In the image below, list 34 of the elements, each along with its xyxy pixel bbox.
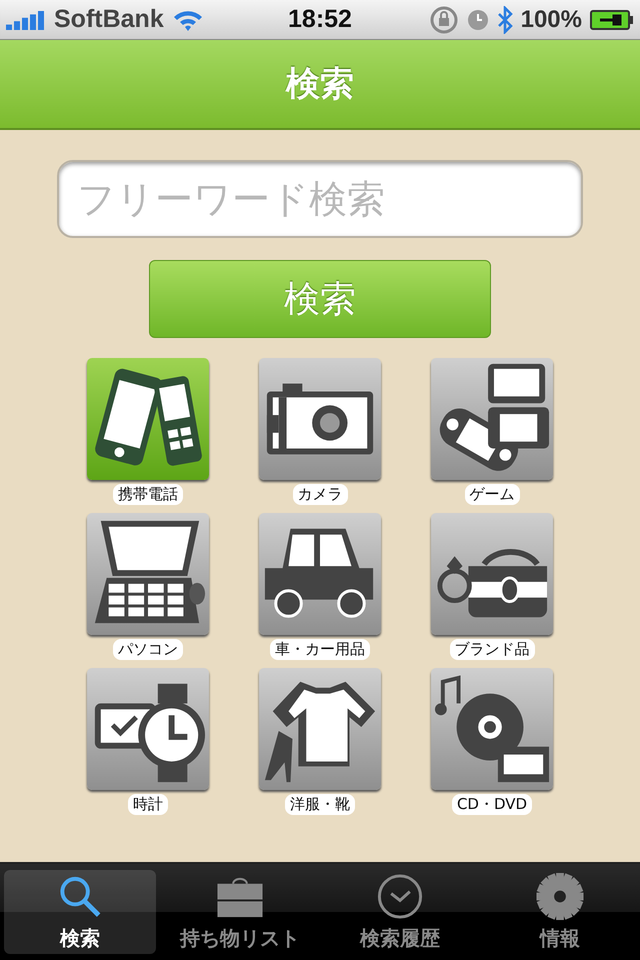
clock-icon bbox=[375, 872, 425, 921]
rotation-lock-icon bbox=[428, 4, 459, 34]
category-label: カメラ bbox=[292, 484, 348, 505]
category-label: 時計 bbox=[128, 794, 168, 815]
search-field[interactable]: フリーワード検索 bbox=[57, 160, 583, 238]
category-label: ブランド品 bbox=[450, 639, 534, 660]
settings-icon bbox=[535, 872, 585, 921]
category-tile[interactable] bbox=[259, 358, 381, 480]
alarm-icon bbox=[466, 8, 489, 30]
category-tile[interactable] bbox=[87, 668, 209, 790]
category-label: 車・カー用品 bbox=[270, 639, 370, 660]
category-label: パソコン bbox=[113, 639, 183, 660]
category-tile[interactable] bbox=[259, 668, 381, 790]
screen-title: 検索 bbox=[286, 63, 354, 106]
category-tile[interactable] bbox=[431, 668, 553, 790]
category-tile[interactable] bbox=[431, 358, 553, 480]
category-label: ゲーム bbox=[464, 484, 520, 505]
category-tile[interactable] bbox=[87, 358, 209, 480]
battery-icon bbox=[590, 8, 634, 30]
tab[interactable]: 情報 bbox=[484, 870, 636, 954]
bluetooth-icon bbox=[496, 6, 513, 34]
tab[interactable]: 持ち物リスト bbox=[164, 870, 316, 954]
tab[interactable]: 検索履歴 bbox=[324, 870, 476, 954]
clock-time: 18:52 bbox=[288, 5, 352, 34]
carrier-name: SoftBank bbox=[54, 5, 164, 34]
category-label: CD・DVD bbox=[452, 794, 532, 815]
category-tile[interactable] bbox=[431, 513, 553, 635]
tab[interactable]: 検索 bbox=[4, 870, 156, 954]
category-tile[interactable] bbox=[87, 513, 209, 635]
category-tile[interactable] bbox=[259, 513, 381, 635]
category-label: 洋服・靴 bbox=[285, 794, 355, 815]
category-label: 携帯電話 bbox=[113, 484, 183, 505]
battery-percent: 100% bbox=[520, 6, 582, 34]
signal-icon bbox=[6, 10, 46, 30]
